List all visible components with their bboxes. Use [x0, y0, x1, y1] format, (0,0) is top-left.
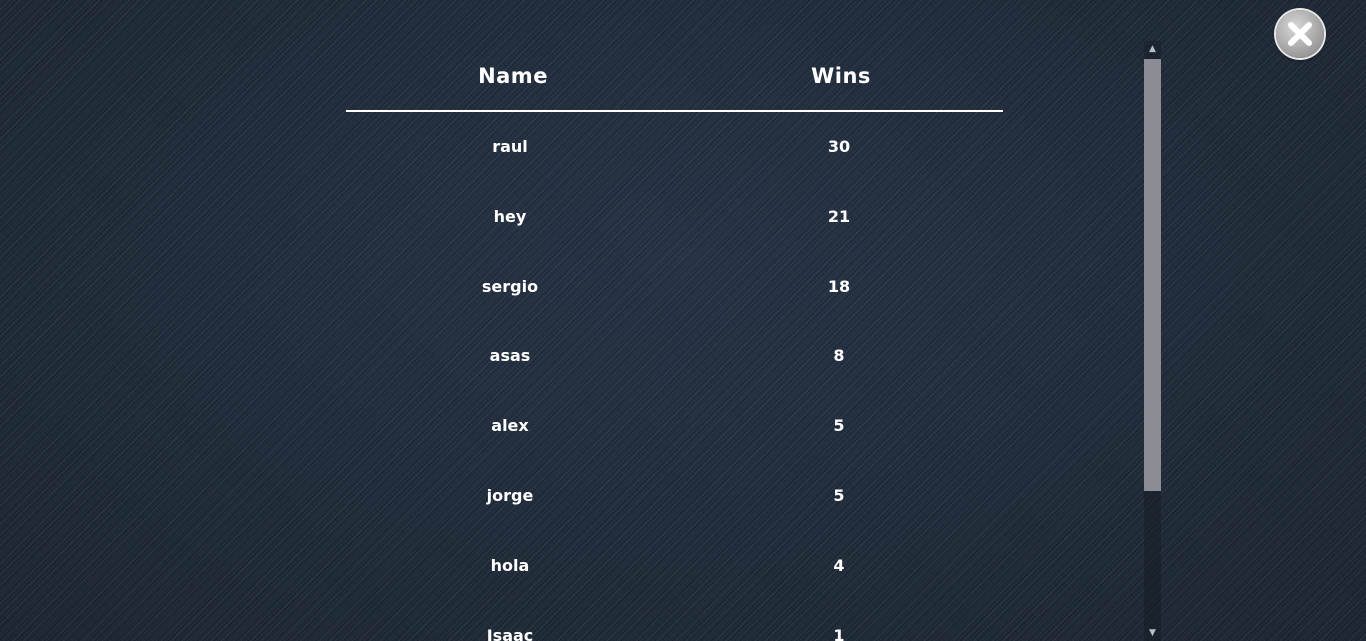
player-wins: 18 [827, 276, 851, 296]
table-row: hey 21 [346, 182, 1003, 252]
table-row: Isaac 1 [346, 601, 1003, 641]
player-wins: 4 [833, 555, 845, 575]
scoreboard-table: Name Wins raul 30 hey 21 sergio 18 asas … [346, 0, 1003, 641]
close-icon [1288, 22, 1312, 46]
player-name: raul [492, 137, 528, 156]
player-wins: 21 [827, 206, 851, 226]
table-row: hola 4 [346, 531, 1003, 601]
player-name: sergio [481, 276, 539, 296]
player-wins: 5 [833, 485, 845, 505]
table-row: alex 5 [346, 391, 1003, 461]
player-name: alex [491, 416, 529, 436]
player-wins: 30 [827, 137, 851, 156]
chevron-up-icon[interactable]: ▲ [1144, 41, 1161, 57]
table-row: raul 30 [346, 112, 1003, 182]
table-row: jorge 5 [346, 461, 1003, 531]
column-header-name: Name [478, 64, 548, 88]
player-name: jorge [486, 485, 534, 505]
table-row: asas 8 [346, 321, 1003, 391]
chevron-down-icon[interactable]: ▼ [1144, 625, 1161, 641]
player-wins: 5 [833, 416, 845, 436]
close-button[interactable] [1276, 10, 1324, 58]
table-body: raul 30 hey 21 sergio 18 asas 8 alex 5 j… [346, 112, 1003, 641]
player-wins: 1 [833, 625, 845, 641]
player-name: hola [490, 555, 530, 575]
scrollbar-thumb[interactable] [1144, 59, 1161, 491]
player-name: Isaac [486, 625, 534, 641]
table-row: sergio 18 [346, 252, 1003, 322]
table-header: Name Wins [346, 0, 1003, 112]
vertical-scrollbar[interactable]: ▲ ▼ [1144, 41, 1161, 641]
column-header-wins: Wins [811, 64, 871, 88]
player-name: asas [489, 346, 531, 366]
player-name: hey [493, 206, 527, 226]
player-wins: 8 [833, 346, 845, 366]
